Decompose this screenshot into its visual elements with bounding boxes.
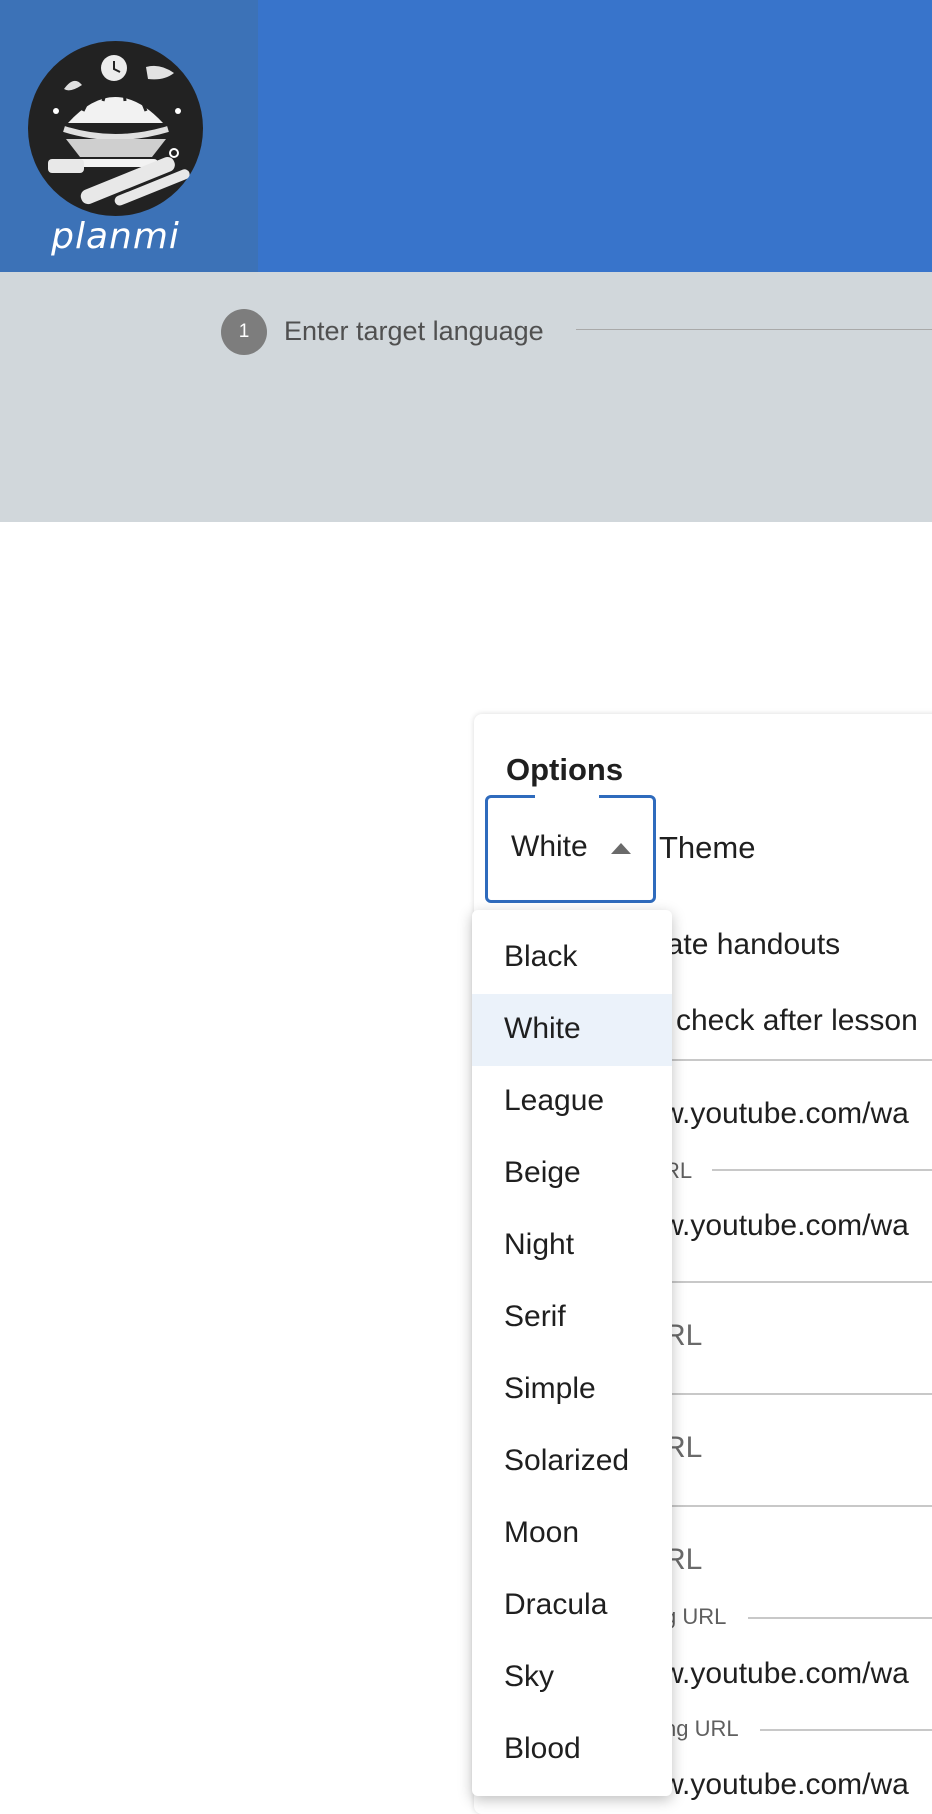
theme-option-beige[interactable]: Beige: [472, 1138, 672, 1210]
divider: [712, 1169, 932, 1171]
app-header: planmi: [0, 0, 932, 272]
check-after-lesson-label: check after lesson: [676, 1004, 918, 1037]
divider: [748, 1617, 932, 1619]
logo-text: planmi: [51, 216, 180, 257]
theme-select-value: White: [511, 830, 588, 863]
menu-item-label: League: [504, 1084, 605, 1117]
chevron-up-icon[interactable]: [611, 843, 631, 854]
theme-dropdown-menu: Black White League Beige Night Serif Sim…: [472, 910, 672, 1796]
logo-icon: [28, 41, 203, 216]
stepper: [0, 272, 932, 522]
divider: [657, 1059, 932, 1061]
theme-option-blood[interactable]: Blood: [472, 1714, 672, 1786]
theme-option-night[interactable]: Night: [472, 1210, 672, 1282]
menu-item-label: Moon: [504, 1516, 580, 1549]
divider: [760, 1729, 932, 1731]
menu-item-label: White: [504, 1012, 581, 1045]
theme-option-solarized[interactable]: Solarized: [472, 1426, 672, 1498]
url-field-value[interactable]: w.youtube.com/wa: [662, 1768, 909, 1802]
menu-item-label: Night: [504, 1228, 575, 1261]
theme-option-dracula[interactable]: Dracula: [472, 1570, 672, 1642]
url-field-value[interactable]: w.youtube.com/wa: [662, 1657, 909, 1691]
theme-option-sky[interactable]: Sky: [472, 1642, 672, 1714]
step-number-badge: 1: [221, 309, 267, 355]
menu-item-label: Simple: [504, 1372, 596, 1405]
url-field-label: ng URL: [664, 1716, 739, 1741]
menu-item-label: Blood: [504, 1732, 581, 1765]
step-label: Enter target language: [284, 316, 544, 346]
theme-option-black[interactable]: Black: [472, 922, 672, 994]
divider: [657, 1393, 932, 1395]
url-field-label: g URL: [664, 1604, 727, 1629]
theme-option-white[interactable]: White: [472, 994, 672, 1066]
step-connector: [576, 329, 932, 330]
options-title: Options: [506, 752, 624, 787]
menu-item-label: Dracula: [504, 1588, 608, 1621]
theme-select-notch: [535, 794, 599, 798]
url-field-value[interactable]: w.youtube.com/wa: [662, 1209, 909, 1243]
theme-option-league[interactable]: League: [472, 1066, 672, 1138]
logo[interactable]: planmi: [0, 0, 258, 272]
menu-item-label: Serif: [504, 1300, 566, 1333]
menu-item-label: Black: [504, 940, 578, 973]
theme-option-simple[interactable]: Simple: [472, 1354, 672, 1426]
theme-option-serif[interactable]: Serif: [472, 1282, 672, 1354]
menu-item-label: Solarized: [504, 1444, 630, 1477]
theme-label: Theme: [659, 830, 756, 865]
url-field-value[interactable]: w.youtube.com/wa: [662, 1097, 909, 1131]
divider: [657, 1505, 932, 1507]
theme-option-moon[interactable]: Moon: [472, 1498, 672, 1570]
menu-item-label: Beige: [504, 1156, 581, 1189]
menu-item-label: Sky: [504, 1660, 555, 1693]
divider: [657, 1281, 932, 1283]
